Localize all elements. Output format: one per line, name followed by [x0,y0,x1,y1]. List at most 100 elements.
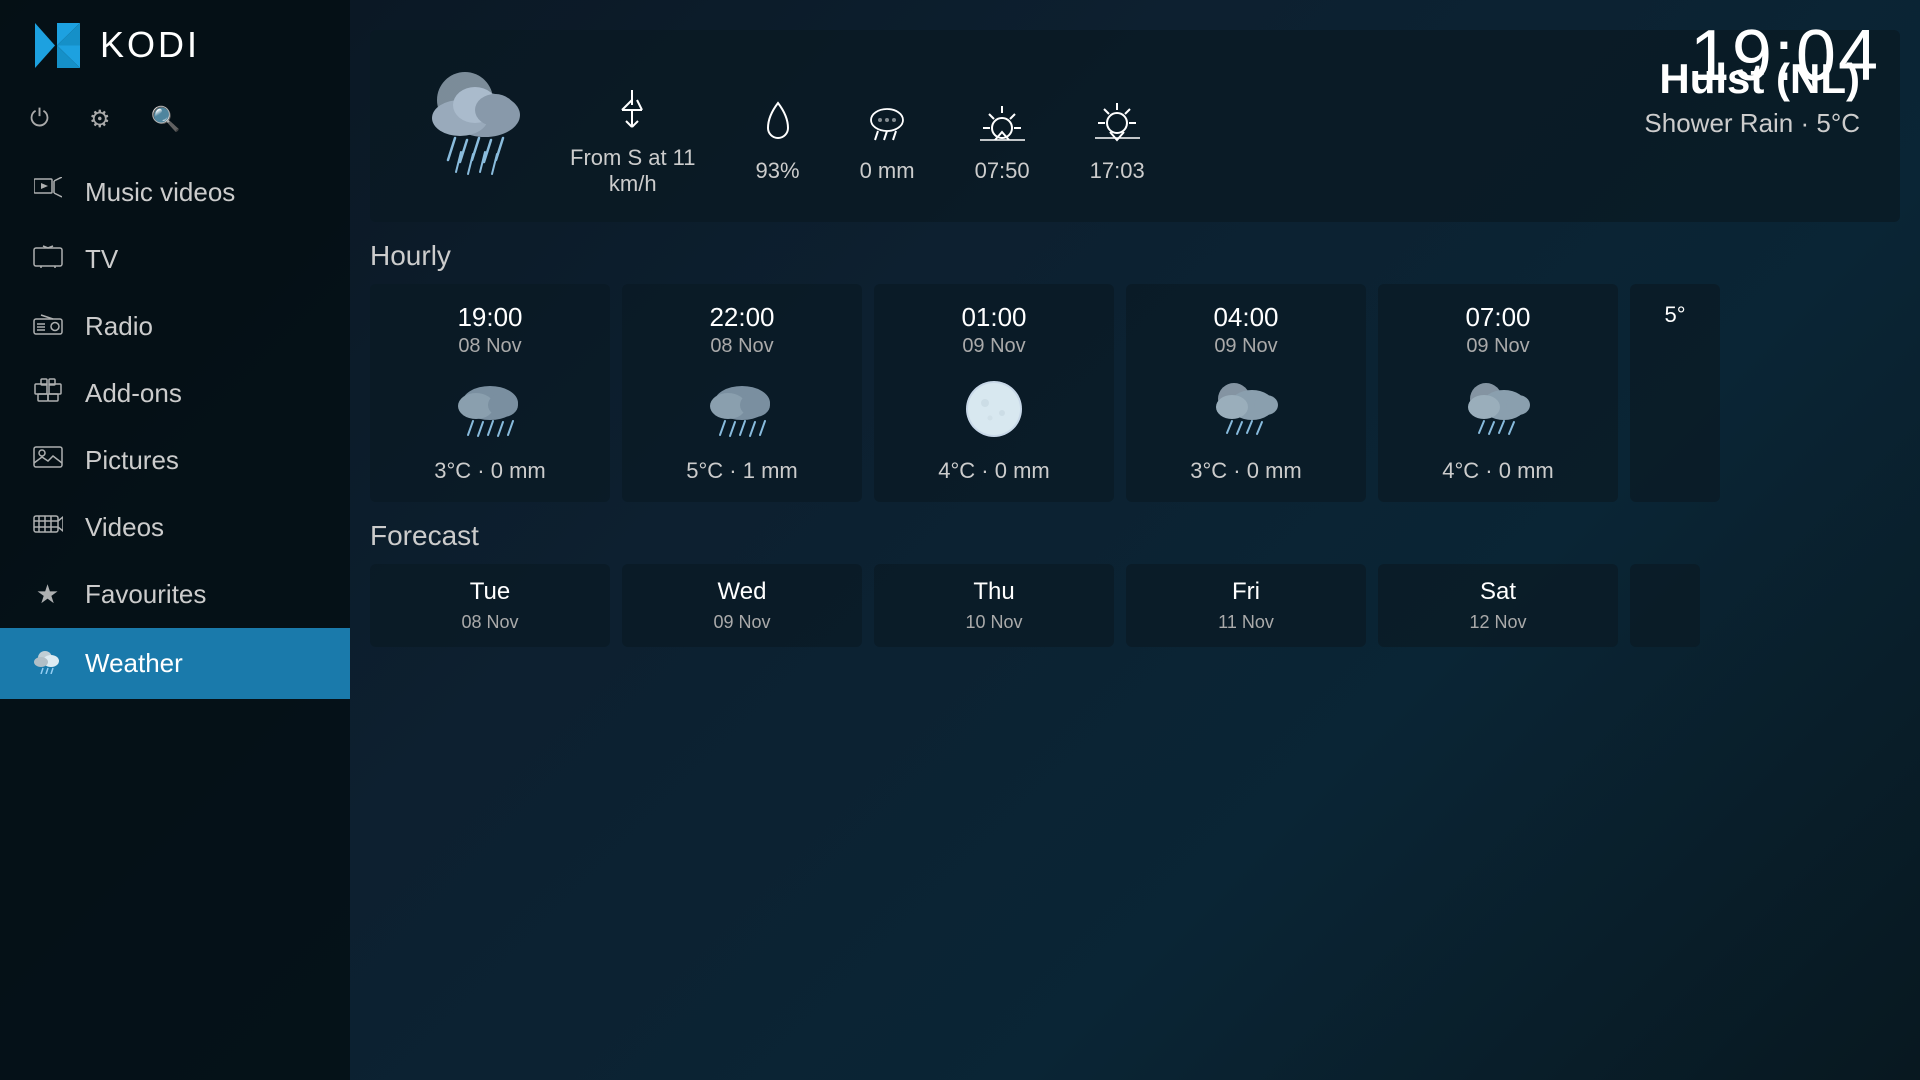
forecast-card-5-partial [1630,564,1700,647]
hourly-forecast-row: 19:00 08 Nov 3°C · 0 mm 22:00 08 Nov [370,284,1900,502]
forecast-date: 12 Nov [1469,612,1526,633]
hourly-icon-2 [949,368,1039,448]
hourly-time: 5° [1664,302,1685,328]
forecast-card-4: Sat 12 Nov [1378,564,1618,647]
weather-details: From S at 11km/h 93% [570,55,1860,197]
hourly-date: 09 Nov [962,335,1025,358]
sidebar-item-label: Add-ons [85,378,182,409]
sunrise-value: 07:50 [975,158,1030,184]
forecast-card-3: Fri 11 Nov [1126,564,1366,647]
sidebar-item-pictures[interactable]: Pictures [0,427,350,494]
humidity-icon [758,98,798,148]
forecast-date: 09 Nov [713,612,770,633]
forecast-card-0: Tue 08 Nov [370,564,610,647]
current-weather-card: From S at 11km/h 93% [370,30,1900,222]
precipitation-value: 0 mm [860,158,915,184]
hourly-time: 04:00 [1213,302,1278,333]
clock: 19:04 [1690,15,1880,97]
sidebar-item-label: Videos [85,512,164,543]
sidebar-item-weather[interactable]: Weather [0,628,350,699]
hourly-temp: 4°C · 0 mm [938,458,1049,484]
stat-sunset: 17:03 [1090,98,1145,184]
favourites-icon: ★ [30,579,65,610]
hourly-card-2: 01:00 09 Nov 4°C · 0 mm [874,284,1114,502]
hourly-section-header: Hourly [370,240,1900,272]
sidebar-top-icons: ⏻ ⚙ 🔍 [0,90,350,159]
hourly-time: 07:00 [1465,302,1530,333]
sidebar-item-radio[interactable]: Radio [0,293,350,360]
sidebar-nav: Music videos TV [0,159,350,1080]
hourly-icon-3 [1201,368,1291,448]
forecast-day: Wed [718,578,767,606]
hourly-card-0: 19:00 08 Nov 3°C · 0 mm [370,284,610,502]
sidebar-item-label: Music videos [85,177,235,208]
sunset-value: 17:03 [1090,158,1145,184]
sidebar-item-tv[interactable]: TV [0,226,350,293]
search-icon[interactable]: 🔍 [151,105,181,134]
current-weather-icon [410,55,540,185]
sidebar-item-music-videos[interactable]: Music videos [0,159,350,226]
radio-icon [30,311,65,342]
hourly-icon-0 [445,368,535,448]
stat-sunrise: 07:50 [975,98,1030,184]
sidebar: KODI ⏻ ⚙ 🔍 Music videos [0,0,350,1080]
settings-icon[interactable]: ⚙ [89,105,111,134]
addons-icon [30,378,65,409]
forecast-card-2: Thu 10 Nov [874,564,1114,647]
hourly-card-3: 04:00 09 Nov 3°C · 0 mm [1126,284,1366,502]
forecast-section-header: Forecast [370,520,1900,552]
hourly-date: 09 Nov [1214,335,1277,358]
pictures-icon [30,445,65,476]
hourly-temp: 3°C · 0 mm [1190,458,1301,484]
stat-wind: From S at 11km/h [570,85,696,197]
music-videos-icon [30,177,65,208]
sidebar-item-addons[interactable]: Add-ons [0,360,350,427]
hourly-card-1: 22:00 08 Nov 5°C · 1 mm [622,284,862,502]
hourly-time: 19:00 [457,302,522,333]
sidebar-header: KODI [0,0,350,90]
hourly-date: 09 Nov [1466,335,1529,358]
hourly-icon-4 [1453,368,1543,448]
forecast-card-1: Wed 09 Nov [622,564,862,647]
forecast-day: Thu [973,578,1014,606]
hourly-time: 01:00 [961,302,1026,333]
forecast-day: Fri [1232,578,1260,606]
sidebar-item-videos[interactable]: Videos [0,494,350,561]
hourly-time: 22:00 [709,302,774,333]
hourly-date: 08 Nov [458,335,521,358]
hourly-temp: 3°C · 0 mm [434,458,545,484]
weather-stats: From S at 11km/h 93% [570,85,1145,197]
videos-icon [30,512,65,543]
precipitation-icon [862,98,912,148]
sidebar-item-label: Weather [85,648,183,679]
hourly-icon-1 [697,368,787,448]
forecast-day: Sat [1480,578,1516,606]
sunrise-icon [975,98,1030,148]
stat-humidity: 93% [756,98,800,184]
app-title: KODI [100,24,200,66]
tv-icon [30,244,65,275]
hourly-temp: 5°C · 1 mm [686,458,797,484]
hourly-temp: 4°C · 0 mm [1442,458,1553,484]
sidebar-item-label: Favourites [85,579,206,610]
hourly-card-5: 5° [1630,284,1720,502]
power-icon[interactable]: ⏻ [30,105,49,134]
forecast-date: 08 Nov [461,612,518,633]
forecast-day: Tue [470,578,510,606]
main-content: From S at 11km/h 93% [350,0,1920,1080]
sunset-icon [1090,98,1145,148]
weather-icon [30,646,65,681]
sidebar-item-label: Pictures [85,445,179,476]
humidity-value: 93% [756,158,800,184]
sidebar-item-favourites[interactable]: ★ Favourites [0,561,350,628]
forecast-date: 11 Nov [1218,612,1274,633]
stat-precipitation: 0 mm [860,98,915,184]
wind-value: From S at 11km/h [570,145,696,197]
wind-icon [610,85,655,135]
hourly-date: 08 Nov [710,335,773,358]
kodi-logo-icon [30,18,85,73]
sidebar-item-label: TV [85,244,118,275]
weather-description: Shower Rain · 5°C [1644,108,1860,139]
forecast-date: 10 Nov [965,612,1022,633]
forecast-row: Tue 08 Nov Wed 09 Nov Thu 10 Nov Fri 11 … [370,564,1900,647]
